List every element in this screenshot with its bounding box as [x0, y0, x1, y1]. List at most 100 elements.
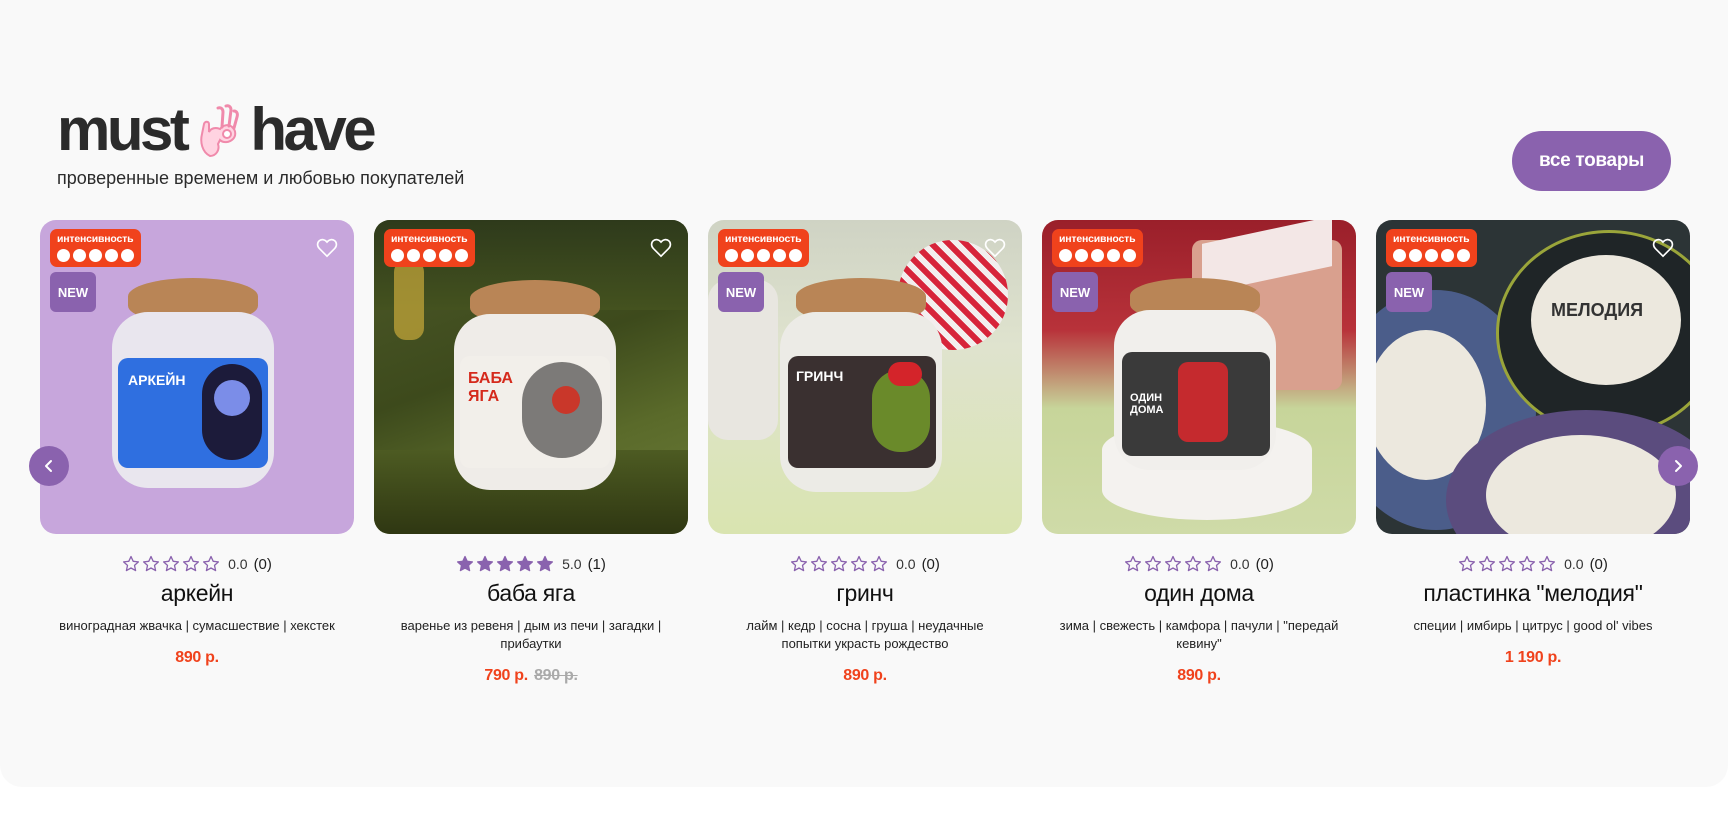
intensity-dots — [1059, 249, 1136, 262]
review-count[interactable]: (0) — [922, 556, 940, 573]
all-products-button[interactable]: все товары — [1512, 131, 1671, 191]
review-count[interactable]: (0) — [1590, 556, 1608, 573]
intensity-badge: интенсивность — [718, 229, 809, 267]
product-notes: специи | имбирь | цитрус | good ol' vibe… — [1413, 618, 1653, 633]
intensity-label: интенсивность — [57, 233, 134, 245]
product-price: 890 р. — [708, 667, 1022, 685]
star-icon — [183, 555, 200, 572]
carousel-next-button[interactable] — [1658, 446, 1698, 486]
star-icon — [1125, 555, 1142, 572]
product-image[interactable]: АРКЕЙН интенсивность NEW — [40, 220, 354, 534]
old-price: 890 р. — [534, 667, 578, 684]
rating-value: 5.0 — [562, 556, 582, 572]
product-name[interactable]: один дома — [1042, 580, 1356, 607]
chevron-left-icon — [45, 460, 52, 472]
star-icon — [1459, 555, 1476, 572]
carousel-prev-button[interactable] — [29, 446, 69, 486]
current-price: 890 р. — [1177, 667, 1221, 684]
intensity-dots — [57, 249, 134, 262]
product-notes: виноградная жвачка | сумасшествие | хекс… — [59, 618, 335, 633]
jar-label-text: ОДИН ДОМА — [1130, 392, 1164, 416]
intensity-label: интенсивность — [391, 233, 468, 245]
new-badge: NEW — [718, 272, 764, 312]
rating-stars — [1124, 555, 1222, 573]
title-must: must — [57, 96, 190, 163]
title-have: have — [250, 96, 376, 163]
section-title: must have — [57, 100, 464, 160]
section-subtitle: проверенные временем и любовью покупател… — [57, 168, 465, 188]
product-name[interactable]: баба яга — [374, 580, 688, 607]
star-icon — [497, 555, 514, 572]
rating-value: 0.0 — [1564, 556, 1584, 572]
rating-stars — [122, 555, 220, 573]
product-name[interactable]: аркейн — [40, 580, 354, 607]
product-rating: 0.0 (0) — [40, 553, 354, 575]
intensity-dots — [391, 249, 468, 262]
product-price: 790 р. 890 р. — [374, 667, 688, 685]
intensity-badge: интенсивность — [384, 229, 475, 267]
product-rating: 0.0 (0) — [708, 553, 1022, 575]
rating-stars — [456, 555, 554, 573]
product-card[interactable]: БАБА ЯГА интенсивность 5.0 (1) баба яга … — [374, 220, 688, 685]
star-icon — [871, 555, 888, 572]
record-label-text: МЕЛОДИЯ — [1551, 300, 1644, 320]
ok-hand-icon — [196, 102, 244, 158]
section-heading: must have проверенные временем и любовью… — [57, 100, 464, 189]
star-icon — [143, 555, 160, 572]
favorite-heart-icon[interactable] — [316, 238, 338, 258]
jar-label-text: БАБА ЯГА — [468, 370, 513, 405]
review-count[interactable]: (0) — [1256, 556, 1274, 573]
must-have-section: must have проверенные временем и любовью… — [0, 0, 1728, 787]
rating-stars — [1458, 555, 1556, 573]
favorite-heart-icon[interactable] — [650, 238, 672, 258]
new-badge: NEW — [50, 272, 96, 312]
product-rating: 0.0 (0) — [1376, 553, 1690, 575]
review-count[interactable]: (1) — [588, 556, 606, 573]
star-icon — [537, 555, 554, 572]
jar-label-text: ГРИНЧ — [796, 368, 844, 384]
current-price: 790 р. — [484, 667, 528, 684]
star-icon — [1205, 555, 1222, 572]
star-icon — [831, 555, 848, 572]
star-icon — [517, 555, 534, 572]
star-icon — [851, 555, 868, 572]
favorite-heart-icon[interactable] — [984, 238, 1006, 258]
product-card[interactable]: АРКЕЙН интенсивность NEW 0.0 (0) аркейн … — [40, 220, 354, 667]
product-price: 1 190 р. — [1376, 649, 1690, 667]
rating-value: 0.0 — [228, 556, 248, 572]
star-icon — [1165, 555, 1182, 572]
star-icon — [457, 555, 474, 572]
rating-stars — [790, 555, 888, 573]
product-price: 890 р. — [40, 649, 354, 667]
star-icon — [1539, 555, 1556, 572]
star-icon — [811, 555, 828, 572]
intensity-badge: интенсивность — [1052, 229, 1143, 267]
product-image[interactable]: ОДИН ДОМА интенсивность NEW — [1042, 220, 1356, 534]
intensity-dots — [725, 249, 802, 262]
product-card[interactable]: ОДИН ДОМА интенсивность NEW 0.0 (0) один… — [1042, 220, 1356, 685]
star-icon — [791, 555, 808, 572]
intensity-label: интенсивность — [1393, 233, 1470, 245]
product-rating: 0.0 (0) — [1042, 553, 1356, 575]
star-icon — [1519, 555, 1536, 572]
current-price: 1 190 р. — [1504, 649, 1562, 666]
star-icon — [477, 555, 494, 572]
product-image[interactable]: ГРИНЧ интенсивность NEW — [708, 220, 1022, 534]
candle-jar-image: АРКЕЙН — [112, 278, 282, 498]
product-card[interactable]: МЕЛОДИЯ интенсивность NEW 0.0 (0) пласти… — [1376, 220, 1690, 667]
product-name[interactable]: гринч — [708, 580, 1022, 607]
product-card[interactable]: ГРИНЧ интенсивность NEW 0.0 (0) гринч ла… — [708, 220, 1022, 685]
star-icon — [1145, 555, 1162, 572]
product-name[interactable]: пластинка "мелодия" — [1376, 580, 1690, 607]
product-price: 890 р. — [1042, 667, 1356, 685]
review-count[interactable]: (0) — [254, 556, 272, 573]
star-icon — [1499, 555, 1516, 572]
candle-jar-image: ОДИН ДОМА — [1114, 278, 1284, 478]
intensity-label: интенсивность — [1059, 233, 1136, 245]
chevron-right-icon — [1675, 460, 1682, 472]
product-image[interactable]: БАБА ЯГА интенсивность — [374, 220, 688, 534]
product-image[interactable]: МЕЛОДИЯ интенсивность NEW — [1376, 220, 1690, 534]
current-price: 890 р. — [175, 649, 219, 666]
favorite-heart-icon[interactable] — [1652, 238, 1674, 258]
intensity-dots — [1393, 249, 1470, 262]
